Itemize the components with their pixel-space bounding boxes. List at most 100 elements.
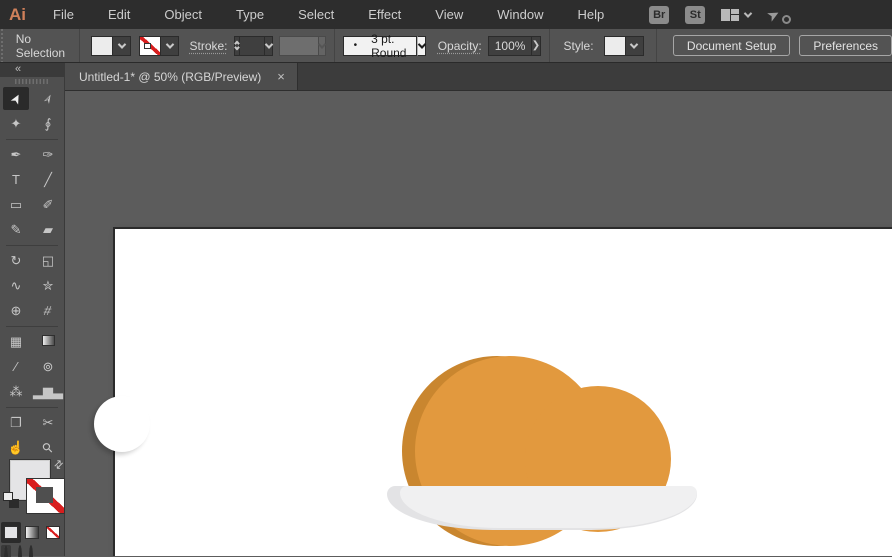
paintbrush-icon: ✐	[43, 197, 54, 213]
mesh-tool[interactable]: ▦	[0, 329, 32, 354]
menu-type[interactable]: Type	[219, 7, 281, 22]
fill-stroke-proxy: ⇄	[0, 458, 65, 520]
menubar-right-icons: Br St ➤	[649, 6, 791, 24]
shape-builder-icon: ⊕	[11, 303, 22, 319]
bridge-button[interactable]: Br	[649, 6, 669, 24]
chevron-down-icon	[264, 40, 272, 48]
menu-view[interactable]: View	[418, 7, 480, 22]
menu-help[interactable]: Help	[560, 7, 621, 22]
color-mode-row	[0, 520, 65, 545]
fill-swatch	[91, 36, 113, 56]
stroke-width-field[interactable]	[240, 36, 265, 56]
tools-panel: « ➤ ➢ ✦ ∮✒✑ T ╱ ▭ ✐ ✎▰↻◱ ∿ ✮ ⊕ #▦ ∕ ⊚ ⁂ ▂▆▃ ❐ ✂☝⚲ ⇄	[0, 63, 65, 556]
default-fill-stroke-icon[interactable]	[3, 492, 19, 508]
opacity-field[interactable]: 100%	[488, 36, 532, 56]
gradient-tool[interactable]	[32, 329, 64, 354]
style-swatch	[604, 36, 626, 56]
toolbar-separator	[0, 136, 64, 142]
width-profile-chevron	[319, 36, 326, 56]
column-graph-tool[interactable]: ▂▆▃	[32, 379, 64, 404]
stroke-width-stepper[interactable]	[234, 36, 241, 56]
shape-builder-tool[interactable]: ⊕	[0, 298, 32, 323]
direct-selection-icon: ➢	[38, 90, 57, 107]
paintbrush-tool[interactable]: ✐	[32, 192, 64, 217]
menu-effect[interactable]: Effect	[351, 7, 418, 22]
lasso-tool[interactable]: ∮	[32, 111, 64, 136]
magic-wand-icon: ✦	[11, 116, 22, 132]
pen-tool[interactable]: ✒	[0, 142, 32, 167]
color-button[interactable]	[1, 522, 21, 543]
gradient-button[interactable]	[22, 522, 42, 543]
eyedropper-tool[interactable]: ∕	[0, 354, 32, 379]
eraser-tool[interactable]: ▰	[32, 217, 64, 242]
artboard-icon: ❐	[10, 415, 22, 431]
brush-definition-dropdown[interactable]: • 3 pt. Round	[343, 36, 418, 56]
none-button[interactable]	[43, 522, 63, 543]
slice-tool[interactable]: ✂	[32, 410, 64, 435]
brush-preview-icon: •	[354, 40, 358, 51]
selection-icon: ➤	[6, 90, 25, 107]
opacity-more-button[interactable]: ❯	[532, 36, 541, 56]
puppet-warp-tool[interactable]: ✮	[32, 273, 64, 298]
stroke-none-swatch	[139, 36, 161, 56]
rectangle-tool[interactable]: ▭	[0, 192, 32, 217]
document-tab[interactable]: Untitled-1* @ 50% (RGB/Preview) ×	[65, 63, 298, 90]
menu-object[interactable]: Object	[147, 7, 219, 22]
line-segment-icon: ╱	[44, 172, 52, 188]
type-icon: T	[12, 172, 20, 187]
opacity-panel-link[interactable]: Opacity:	[438, 39, 482, 53]
white-circle-shape[interactable]	[94, 396, 150, 452]
panel-grip-icon[interactable]	[0, 29, 3, 62]
chevron-down-icon	[417, 40, 425, 48]
canvas[interactable]	[65, 91, 892, 556]
style-dropdown[interactable]	[604, 36, 644, 56]
fill-color-dropdown[interactable]	[91, 36, 131, 56]
illustrator-logo: Ai	[0, 5, 36, 25]
width-tool[interactable]: ∿	[0, 273, 32, 298]
menu-select[interactable]: Select	[281, 7, 351, 22]
menu-edit[interactable]: Edit	[91, 7, 147, 22]
stock-button[interactable]: St	[685, 6, 705, 24]
menu-window[interactable]: Window	[480, 7, 560, 22]
width-profile-dropdown-disabled	[279, 36, 319, 56]
type-tool[interactable]: T	[0, 167, 32, 192]
hand-tool[interactable]: ☝	[0, 435, 32, 460]
brush-preset-label: 3 pt. Round	[371, 32, 406, 60]
eyedropper-icon: ∕	[15, 359, 17, 374]
draw-behind-button[interactable]	[18, 547, 22, 557]
line-segment-tool[interactable]: ╱	[32, 167, 64, 192]
selection-status: No Selection	[16, 32, 65, 60]
draw-inside-button[interactable]	[29, 547, 33, 557]
width-icon: ∿	[11, 278, 22, 294]
share-gpu-icon[interactable]: ➤	[767, 6, 791, 24]
blend-tool[interactable]: ⊚	[32, 354, 64, 379]
document-setup-button[interactable]: Document Setup	[673, 35, 790, 56]
workspace-switcher[interactable]	[721, 9, 751, 21]
menu-file[interactable]: File	[36, 7, 91, 22]
brush-definition-chevron[interactable]	[417, 36, 425, 56]
stroke-width-dropdown[interactable]	[265, 36, 273, 56]
toolbar-grip-icon[interactable]	[0, 77, 64, 86]
rotate-tool[interactable]: ↻	[0, 248, 32, 273]
selection-tool[interactable]: ➤	[3, 87, 29, 110]
stroke-panel-link[interactable]: Stroke:	[189, 39, 227, 53]
direct-selection-tool[interactable]: ➢	[32, 86, 64, 111]
scale-tool[interactable]: ◱	[32, 248, 64, 273]
draw-normal-button[interactable]	[1, 545, 11, 557]
magic-wand-tool[interactable]: ✦	[0, 111, 32, 136]
zoom-tool[interactable]: ⚲	[32, 435, 64, 460]
plate-shape[interactable]	[400, 486, 697, 528]
close-tab-icon[interactable]: ×	[277, 69, 285, 84]
symbol-sprayer-icon: ⁂	[10, 384, 23, 400]
perspective-grid-tool[interactable]: #	[32, 298, 64, 323]
symbol-sprayer-tool[interactable]: ⁂	[0, 379, 32, 404]
artboard-tool[interactable]: ❐	[0, 410, 32, 435]
preferences-button[interactable]: Preferences	[799, 35, 892, 56]
toolbar-collapse-button[interactable]: «	[0, 63, 64, 77]
curvature-tool[interactable]: ✑	[32, 142, 64, 167]
shaper-tool[interactable]: ✎	[0, 217, 32, 242]
stroke-color-dropdown[interactable]	[139, 36, 179, 56]
chevron-down-icon	[318, 40, 326, 48]
swap-fill-stroke-icon[interactable]: ⇄	[51, 457, 67, 473]
stroke-proxy-swatch[interactable]	[27, 479, 64, 513]
